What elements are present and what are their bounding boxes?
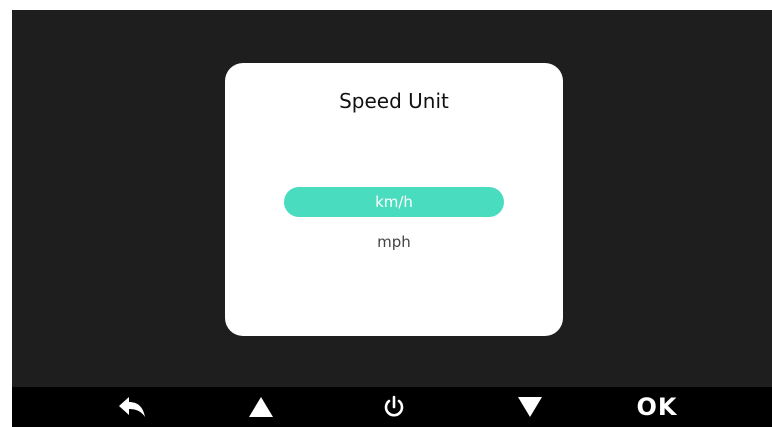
- bottom-button-bar: OK: [12, 387, 772, 427]
- power-icon: [384, 395, 404, 417]
- option-mph[interactable]: mph: [284, 227, 504, 257]
- option-kmh[interactable]: km/h: [284, 187, 504, 217]
- ok-button[interactable]: OK: [627, 387, 687, 427]
- ok-label: OK: [636, 393, 678, 421]
- back-arrow-icon: [119, 397, 145, 417]
- up-button[interactable]: [231, 387, 291, 427]
- screen: Speed Unit km/h mph: [12, 10, 772, 387]
- dialog-title: Speed Unit: [339, 89, 449, 113]
- device-frame: Speed Unit km/h mph OK: [0, 0, 772, 427]
- back-button[interactable]: [102, 387, 162, 427]
- down-triangle-icon: [518, 397, 542, 417]
- down-button[interactable]: [500, 387, 560, 427]
- speed-unit-dialog: Speed Unit km/h mph: [225, 63, 563, 336]
- power-button[interactable]: [364, 387, 424, 427]
- up-triangle-icon: [249, 397, 273, 417]
